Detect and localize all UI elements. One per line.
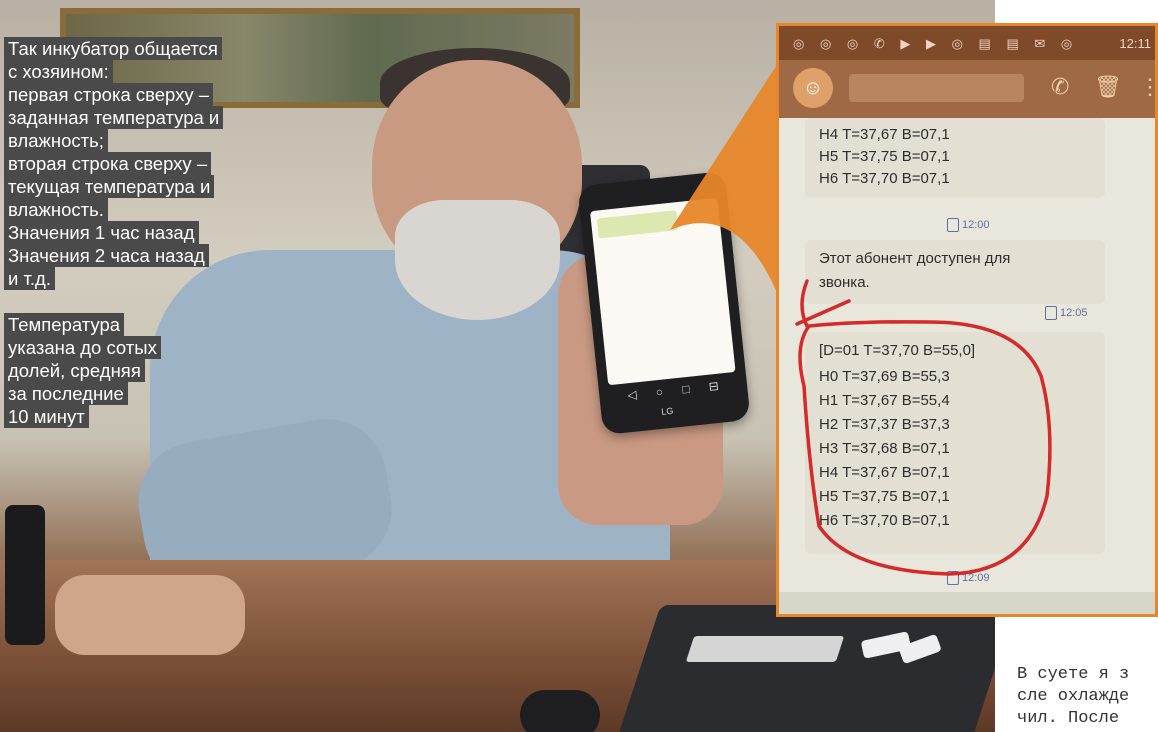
caption-line: за последние (4, 382, 128, 405)
caption-row: Так инкубатор общается (4, 37, 274, 60)
caption-row: первая строка сверху – (4, 83, 274, 106)
message-line: H5 T=37,75 B=07,1 (819, 488, 950, 505)
message-line: H0 T=37,69 B=55,3 (819, 368, 950, 385)
caption-row: с хозяином: (4, 60, 274, 83)
speaker (5, 505, 45, 645)
status-time: 12:11 (1119, 36, 1151, 51)
message-input-strip (779, 592, 1155, 614)
message-line: [D=01 T=37,70 B=55,0] (819, 342, 976, 359)
caption-line: указана до сотых (4, 336, 161, 359)
caption-line: 10 минут (4, 405, 89, 428)
caption-row: 10 минут (4, 405, 274, 428)
caption-line: долей, средняя (4, 359, 145, 382)
article-text: В суете я з сле охлажде чил. После (1017, 664, 1158, 730)
caption-line: Температура (4, 313, 125, 336)
man-left-hand (55, 575, 245, 655)
conversation-header: ☺ ✆ 🗑 ⋮ (779, 60, 1155, 118)
trash-icon[interactable]: 🗑 (1094, 74, 1122, 100)
caption-row: за последние (4, 382, 274, 405)
caption-row: и т.д. (4, 267, 274, 290)
caption-line: влажность; (4, 129, 108, 152)
message-bubble: Этот абонент доступен для звонка. (805, 240, 1105, 304)
message-line: звонка. (819, 274, 870, 291)
status-bar: ◎ ◎ ◎ ✆ ▶ ▶ ◎ ▤ ▤ ✉ ◎ 12:11 (779, 26, 1155, 60)
contact-name-redacted (849, 74, 1024, 102)
article-line: В суете я з (1017, 665, 1130, 684)
article-line: сле охлажде (1017, 687, 1130, 706)
man-beard (395, 200, 560, 320)
caption-row: указана до сотых (4, 336, 274, 359)
message-bubble: [D=01 T=37,70 B=55,0] H0 T=37,69 B=55,3 … (805, 332, 1105, 554)
message-line: H4 T=37,67 B=07,1 (819, 464, 950, 481)
caption-row: текущая температура и (4, 175, 274, 198)
message-line: H3 T=37,68 B=07,1 (819, 440, 950, 457)
message-line: Этот абонент доступен для (819, 250, 1011, 267)
phone-call-icon[interactable]: ✆ (1051, 74, 1069, 100)
message-line: H1 T=37,67 B=55,4 (819, 392, 950, 409)
message-timestamp: 12:09 (947, 571, 990, 585)
caption-box: Так инкубатор общается с хозяином: первая … (4, 37, 274, 428)
phone-screen (590, 197, 736, 386)
computer-mouse (520, 690, 600, 732)
caption-line: вторая строка сверху – (4, 152, 212, 175)
message-line: H6 T=37,70 B=07,1 (819, 170, 950, 187)
phone-screenshot-inset: ◎ ◎ ◎ ✆ ▶ ▶ ◎ ▤ ▤ ✉ ◎ 12:11 ☺ ✆ 🗑 ⋮ H4 T… (776, 23, 1158, 617)
message-timestamp: 12:00 (947, 218, 990, 232)
message-timestamp: 12:05 (1045, 306, 1088, 320)
message-line: H5 T=37,75 B=07,1 (819, 148, 950, 165)
laptop-sticker (685, 636, 845, 662)
person-icon[interactable]: ☺ (793, 68, 833, 108)
phone-message-bubble (596, 210, 679, 239)
more-menu-icon[interactable]: ⋮ (1139, 74, 1155, 100)
caption-row: влажность. (4, 198, 274, 221)
article-line: чил. После (1017, 709, 1120, 728)
caption-line: Значения 2 часа назад (4, 244, 209, 267)
caption-row: заданная температура и (4, 106, 274, 129)
caption-line: первая строка сверху – (4, 83, 214, 106)
caption-line: и т.д. (4, 267, 55, 290)
caption-line: текущая температура и (4, 175, 215, 198)
laptop (619, 605, 995, 732)
caption-gap (4, 290, 274, 313)
caption-line: Так инкубатор общается (4, 37, 222, 60)
caption-line: заданная температура и (4, 106, 224, 129)
caption-line: с хозяином: (4, 60, 113, 83)
message-bubble: H4 T=37,67 B=07,1 H5 T=37,75 B=07,1 H6 T… (805, 118, 1105, 198)
caption-line: влажность. (4, 198, 108, 221)
caption-row: Температура (4, 313, 274, 336)
caption-row: долей, средняя (4, 359, 274, 382)
caption-row: влажность; (4, 129, 274, 152)
smartphone: ◁ ○ □ ⊟ LG (577, 170, 751, 436)
phone-brand-logo: LG (660, 405, 674, 417)
message-line: H2 T=37,37 B=37,3 (819, 416, 950, 433)
caption-row: Значения 2 часа назад (4, 244, 274, 267)
caption-line: Значения 1 час назад (4, 221, 199, 244)
caption-row: вторая строка сверху – (4, 152, 274, 175)
notification-icons: ◎ ◎ ◎ ✆ ▶ ▶ ◎ ▤ ▤ ✉ ◎ (793, 36, 1079, 51)
message-line: H4 T=37,67 B=07,1 (819, 126, 950, 143)
message-line: H6 T=37,70 B=07,1 (819, 512, 950, 529)
caption-row: Значения 1 час назад (4, 221, 274, 244)
